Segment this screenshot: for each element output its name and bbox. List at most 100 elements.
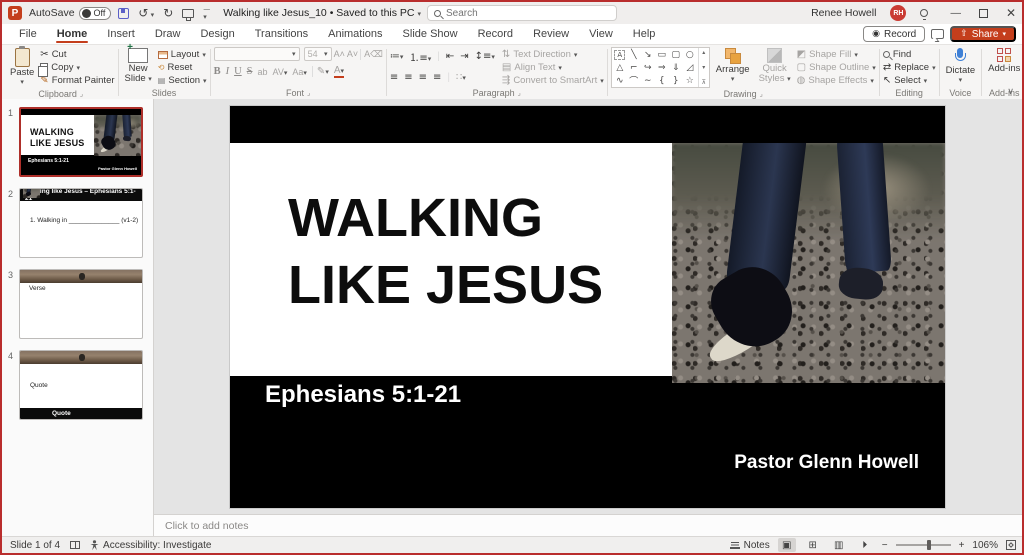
save-icon[interactable] xyxy=(118,8,129,19)
shape-glyph-15[interactable]: { xyxy=(659,76,665,86)
start-slideshow-icon[interactable] xyxy=(182,9,194,18)
shape-glyph-11[interactable]: ◿ xyxy=(686,63,693,73)
find-button[interactable]: Find xyxy=(883,48,936,61)
paragraph-dialog-launcher-icon[interactable]: ⌟ xyxy=(518,89,521,97)
numbering-button[interactable]: ⒈≡▾ xyxy=(409,49,431,64)
copy-button[interactable]: Copy▾ xyxy=(40,61,114,74)
shape-glyph-17[interactable]: ☆ xyxy=(686,76,694,86)
quick-styles-button[interactable]: QuickStyles ▾ xyxy=(756,47,794,86)
autosave-control[interactable]: AutoSave Off xyxy=(29,7,111,20)
slide-thumbnail-2[interactable]: Walking like Jesus – Ephesians 5:1-21 1.… xyxy=(19,188,143,258)
align-text-button[interactable]: ▤Align Text▾ xyxy=(502,61,604,74)
align-right-button[interactable]: ≡ xyxy=(419,72,427,83)
notes-pane[interactable]: Click to add notes xyxy=(154,514,1022,536)
grow-font-button[interactable]: A˄ xyxy=(334,49,345,59)
bullets-button[interactable]: ≔▾ xyxy=(390,51,404,62)
shape-effects-button[interactable]: ◍Shape Effects▾ xyxy=(797,74,876,87)
shape-glyph-0[interactable]: A xyxy=(614,50,625,60)
slide-thumbnail-1[interactable]: WALKINGLIKE JESUS Ephesians 5:1-21 Pasto… xyxy=(19,107,143,177)
redo-icon[interactable]: ↻ xyxy=(163,6,173,20)
slide-thumbnail-4[interactable]: Quote Quote xyxy=(19,350,143,420)
align-center-button[interactable]: ≡ xyxy=(404,72,412,83)
search-box[interactable] xyxy=(427,5,617,21)
zoom-out-button[interactable]: − xyxy=(882,540,888,551)
zoom-slider-thumb[interactable] xyxy=(927,540,931,550)
restore-button[interactable] xyxy=(979,9,988,18)
convert-to-smartart-button[interactable]: ⇶Convert to SmartArt▾ xyxy=(502,74,604,87)
clipboard-dialog-launcher-icon[interactable]: ⌟ xyxy=(80,90,83,98)
zoom-in-button[interactable]: + xyxy=(959,540,965,551)
tab-transitions[interactable]: Transitions xyxy=(246,25,317,43)
display-settings-icon[interactable] xyxy=(70,541,80,549)
fit-to-window-icon[interactable] xyxy=(1006,540,1016,550)
accessibility-checker[interactable]: Accessibility: Investigate xyxy=(90,540,211,551)
slide-subtitle-text[interactable]: Ephesians 5:1-21 xyxy=(265,381,461,409)
cut-button[interactable]: ✂Cut xyxy=(40,48,114,61)
user-name[interactable]: Renee Howell xyxy=(811,7,876,19)
search-input[interactable] xyxy=(446,8,596,19)
font-dialog-launcher-icon[interactable]: ⌟ xyxy=(307,89,310,97)
clear-formatting-button[interactable]: A⌫ xyxy=(360,49,383,60)
shape-glyph-3[interactable]: ▭ xyxy=(658,50,667,60)
change-case-button[interactable]: Aa▾ xyxy=(292,67,307,77)
zoom-level[interactable]: 106% xyxy=(972,540,998,551)
text-shadow-button[interactable]: ab xyxy=(258,67,268,77)
shape-glyph-10[interactable]: ⇓ xyxy=(672,63,680,73)
tell-me-lightbulb-icon[interactable] xyxy=(920,9,928,17)
share-button[interactable]: ⇧ Share ▾ xyxy=(950,26,1016,42)
reading-view-button[interactable]: ▥ xyxy=(830,538,848,552)
increase-indent-button[interactable]: ⇥ xyxy=(460,51,468,62)
italic-button[interactable]: I xyxy=(226,66,230,77)
shape-fill-button[interactable]: ◩Shape Fill▾ xyxy=(797,48,876,61)
arrange-button[interactable]: Arrange▾ xyxy=(713,47,753,85)
justify-button[interactable]: ≡ xyxy=(433,72,441,83)
align-left-button[interactable]: ≡ xyxy=(390,72,398,83)
tab-home[interactable]: Home xyxy=(48,25,97,43)
tab-review[interactable]: Review xyxy=(524,25,578,43)
shape-glyph-8[interactable]: ↪ xyxy=(644,63,652,73)
shape-glyph-7[interactable]: ⌐ xyxy=(630,63,638,73)
format-painter-button[interactable]: ✎Format Painter xyxy=(40,74,114,87)
close-button[interactable]: ✕ xyxy=(1006,6,1016,20)
bold-button[interactable]: B xyxy=(214,66,221,77)
slide-title-text[interactable]: WALKINGLIKE JESUS xyxy=(288,185,603,319)
tab-help[interactable]: Help xyxy=(624,25,665,43)
normal-view-button[interactable]: ▣ xyxy=(778,538,796,552)
current-slide[interactable]: WALKINGLIKE JESUS Ephesians 5:1-21 Pasto… xyxy=(230,106,945,508)
replace-button[interactable]: ⇄Replace▾ xyxy=(883,61,936,74)
new-slide-button[interactable]: NewSlide ▾ xyxy=(122,47,155,86)
tab-design[interactable]: Design xyxy=(191,25,243,43)
paste-button[interactable]: Paste▾ xyxy=(7,47,37,88)
addins-button[interactable]: Add-ins xyxy=(985,47,1023,75)
text-direction-button[interactable]: ⇅Text Direction▾ xyxy=(502,48,604,61)
shrink-font-button[interactable]: A˅ xyxy=(347,49,358,59)
zoom-slider[interactable] xyxy=(896,544,951,546)
collapse-ribbon-icon[interactable]: ∨ xyxy=(1007,87,1014,97)
powerpoint-app-icon[interactable]: P xyxy=(8,6,22,20)
slide-canvas[interactable]: WALKINGLIKE JESUS Ephesians 5:1-21 Pasto… xyxy=(154,99,1022,514)
font-size-combobox[interactable]: 54▾ xyxy=(304,47,332,61)
reset-button[interactable]: ⟲Reset xyxy=(158,61,207,74)
record-button[interactable]: ◉ Record xyxy=(863,26,925,42)
tab-slide-show[interactable]: Slide Show xyxy=(394,25,467,43)
slide-author-text[interactable]: Pastor Glenn Howell xyxy=(734,452,919,474)
decrease-indent-button[interactable]: ⇤ xyxy=(446,51,454,62)
slide-photo[interactable] xyxy=(672,143,945,383)
select-button[interactable]: ↖Select▾ xyxy=(883,74,936,87)
tab-draw[interactable]: Draw xyxy=(146,25,190,43)
tab-record[interactable]: Record xyxy=(469,25,522,43)
comments-icon[interactable] xyxy=(931,29,944,39)
shapes-gallery-scroll[interactable]: ▴▾⊼ xyxy=(698,48,709,87)
shape-glyph-6[interactable]: △ xyxy=(616,63,623,73)
autosave-toggle[interactable]: Off xyxy=(79,7,112,20)
notes-toggle-button[interactable]: Notes xyxy=(730,540,770,551)
highlight-color-button[interactable]: ✎▾ xyxy=(312,66,329,77)
customize-qat-icon[interactable]: —▾ xyxy=(203,5,210,21)
shape-glyph-1[interactable]: ╲ xyxy=(631,50,636,60)
drawing-dialog-launcher-icon[interactable]: ⌟ xyxy=(760,90,763,98)
strikethrough-button[interactable]: S xyxy=(247,66,253,77)
tab-animations[interactable]: Animations xyxy=(319,25,391,43)
user-avatar[interactable]: RH xyxy=(890,5,906,21)
character-spacing-button[interactable]: AV▾ xyxy=(273,67,288,77)
font-name-combobox[interactable]: ▾ xyxy=(214,47,300,61)
